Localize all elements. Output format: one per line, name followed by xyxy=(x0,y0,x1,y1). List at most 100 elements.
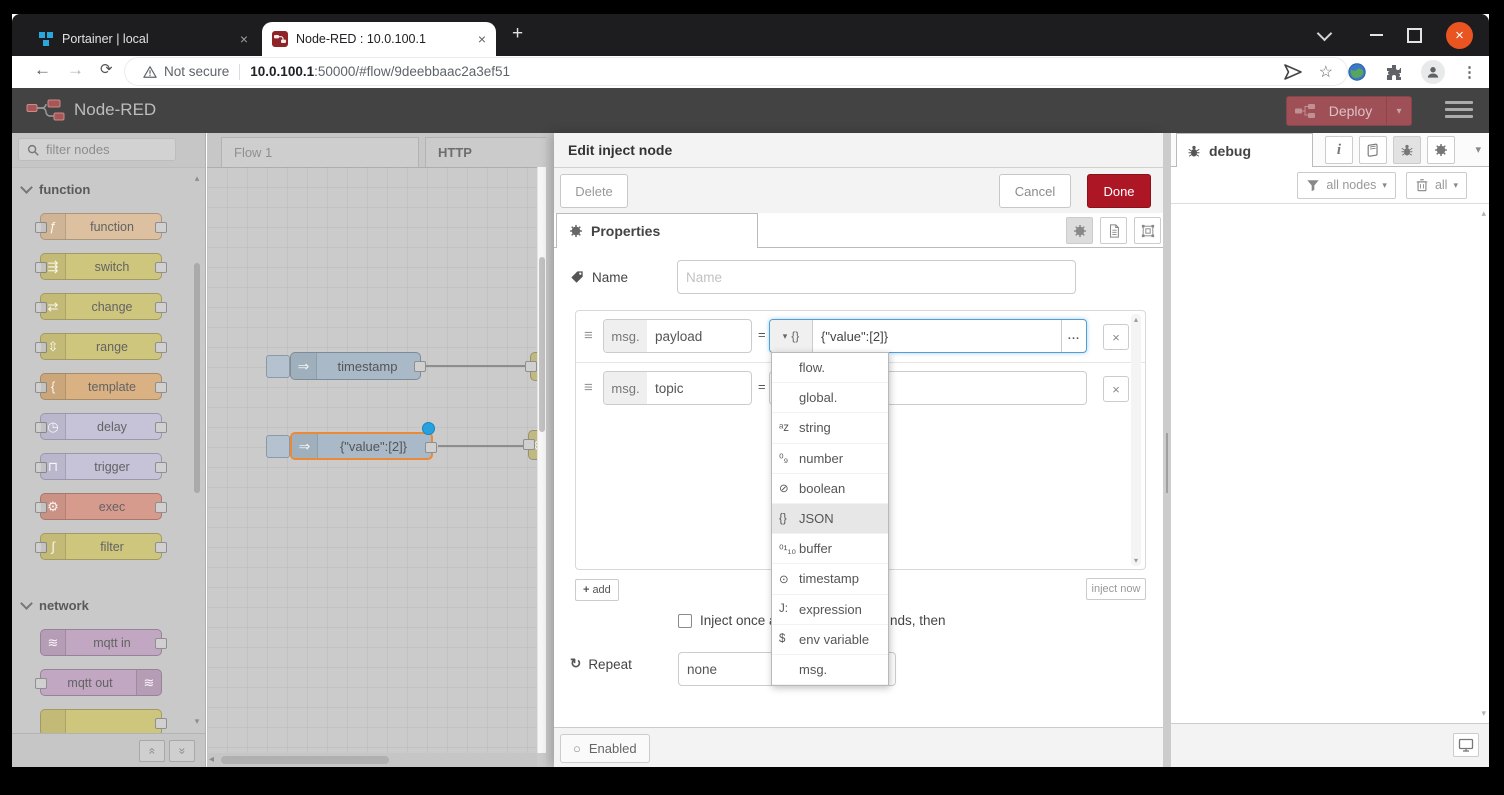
tab-search-chevron-icon[interactable] xyxy=(1317,25,1333,41)
palette-node[interactable]: ≋ mqtt in xyxy=(40,629,162,656)
type-option[interactable]: {} JSON xyxy=(772,504,888,534)
enabled-toggle-button[interactable]: ○ Enabled xyxy=(560,734,650,763)
canvas-horizontal-scrollbar[interactable]: ◂ xyxy=(207,753,537,767)
expand-all-button[interactable]: » xyxy=(169,740,195,762)
puzzle-extension-icon[interactable] xyxy=(1384,62,1404,82)
browser-menu-icon[interactable]: ⋮ xyxy=(1462,63,1477,81)
globe-extension-icon[interactable] xyxy=(1347,62,1367,82)
node-output-port[interactable] xyxy=(155,262,167,273)
scrollbar-thumb[interactable] xyxy=(539,257,545,432)
remove-row-button[interactable]: × xyxy=(1103,324,1129,350)
sidebar-menu-chevron-icon[interactable]: ▾ xyxy=(1475,143,1481,156)
maximize-button[interactable] xyxy=(1407,28,1422,43)
inject-node-timestamp[interactable]: ⇒ timestamp xyxy=(290,352,421,380)
node-output-port[interactable] xyxy=(155,382,167,393)
tab-nodered[interactable]: Node-RED : 10.0.100.1 × xyxy=(262,22,496,56)
node-output-port[interactable] xyxy=(155,462,167,473)
expand-editor-button[interactable]: ... xyxy=(1061,320,1086,352)
palette-node[interactable]: { template xyxy=(40,373,162,400)
node-output-port[interactable] xyxy=(425,442,437,453)
scroll-down-icon[interactable]: ▾ xyxy=(1131,556,1141,565)
open-debug-window-button[interactable] xyxy=(1453,733,1479,757)
type-option[interactable]: msg. xyxy=(772,655,888,685)
canvas-vertical-scrollbar[interactable] xyxy=(537,167,546,753)
palette-node[interactable]: ∫ filter xyxy=(40,533,162,560)
palette-node[interactable]: ⊓ trigger xyxy=(40,453,162,480)
remove-row-button[interactable]: × xyxy=(1103,376,1129,402)
tab-portainer[interactable]: Portainer | local × xyxy=(28,22,258,56)
http-request-node-partial[interactable] xyxy=(530,352,537,381)
palette-node[interactable]: ⇳ range xyxy=(40,333,162,360)
security-chip[interactable]: Not secure xyxy=(164,64,229,79)
node-output-port[interactable] xyxy=(155,302,167,313)
name-input[interactable] xyxy=(677,260,1076,294)
type-option[interactable]: ⁰¹₁₀ buffer xyxy=(772,534,888,564)
tab-flow1[interactable]: Flow 1 xyxy=(221,137,419,167)
palette-node[interactable]: ⇄ change xyxy=(40,293,162,320)
tab-close-icon[interactable]: × xyxy=(478,32,486,46)
type-select-button[interactable]: ▾ {} xyxy=(770,320,813,352)
node-output-port[interactable] xyxy=(155,638,167,649)
tab-properties[interactable]: Properties xyxy=(556,213,758,248)
list-scrollbar[interactable]: ▴ ▾ xyxy=(1131,314,1141,566)
type-option[interactable]: $ env variable xyxy=(772,625,888,655)
inject-now-button[interactable]: inject now xyxy=(1086,578,1146,600)
drag-handle-icon[interactable]: ≡ xyxy=(584,327,593,344)
send-icon[interactable] xyxy=(1283,62,1303,82)
reload-button[interactable]: ⟳ xyxy=(100,60,113,78)
bookmark-star-icon[interactable]: ☆ xyxy=(1319,62,1333,82)
node-output-port[interactable] xyxy=(155,542,167,553)
delete-button[interactable]: Delete xyxy=(560,174,628,208)
node-output-port[interactable] xyxy=(155,718,167,729)
workspace-grid[interactable]: ⇒ timestamp ⇒ {"value":[2]} ⊕ xyxy=(207,167,537,753)
filter-nodes-input[interactable]: filter nodes xyxy=(18,138,176,161)
drag-handle-icon[interactable]: ≡ xyxy=(584,379,593,396)
inject-button-square[interactable] xyxy=(266,355,290,378)
clear-messages-button[interactable]: all ▾ xyxy=(1406,172,1467,199)
help-tab-button[interactable] xyxy=(1359,136,1387,164)
type-option[interactable]: global. xyxy=(772,383,888,413)
type-option[interactable]: ⊙ timestamp xyxy=(772,564,888,594)
description-button[interactable] xyxy=(1100,217,1127,244)
node-input-port[interactable] xyxy=(523,439,535,450)
add-property-button[interactable]: + add xyxy=(575,579,619,601)
back-button[interactable]: ← xyxy=(34,60,51,80)
scroll-left-icon[interactable]: ◂ xyxy=(209,754,214,765)
deploy-options-chevron-icon[interactable]: ▾ xyxy=(1386,97,1411,125)
inject-button-square[interactable] xyxy=(266,435,290,458)
palette-node[interactable]: ≋ mqtt out xyxy=(40,669,162,696)
filter-nodes-button[interactable]: all nodes ▾ xyxy=(1297,172,1396,199)
palette-node[interactable] xyxy=(40,709,162,733)
debug-tab-button[interactable] xyxy=(1393,136,1421,164)
collapse-all-button[interactable]: « xyxy=(139,740,165,762)
profile-avatar[interactable] xyxy=(1421,60,1445,84)
type-option[interactable]: flow. xyxy=(772,353,888,383)
node-output-port[interactable] xyxy=(155,422,167,433)
debug-messages-panel[interactable]: ▴ ▾ xyxy=(1171,203,1489,723)
type-option[interactable]: ⁰₉ number xyxy=(772,444,888,474)
scrollbar-thumb[interactable] xyxy=(194,263,200,493)
palette-scrollbar[interactable]: ▴ ▾ xyxy=(191,173,203,727)
payload-property-input[interactable]: msg. payload xyxy=(603,319,752,353)
palette-node[interactable]: ⚙ exec xyxy=(40,493,162,520)
info-tab-button[interactable]: i xyxy=(1325,136,1353,164)
tray-resize-splitter[interactable] xyxy=(1163,133,1171,767)
http-request-node-partial[interactable]: ⊕ xyxy=(528,430,537,460)
inject-node-value-selected[interactable]: ⇒ {"value":[2]} xyxy=(290,432,433,460)
node-output-port[interactable] xyxy=(155,222,167,233)
address-bar[interactable]: Not secure 10.0.100.1 :50000/#flow/9deeb… xyxy=(125,58,1347,85)
node-output-port[interactable] xyxy=(414,361,426,372)
topic-property-input[interactable]: msg. topic xyxy=(603,371,752,405)
type-option[interactable]: ᵃz string xyxy=(772,413,888,443)
tab-close-icon[interactable]: × xyxy=(240,32,248,46)
appearance-button[interactable] xyxy=(1134,217,1161,244)
scrollbar-thumb[interactable] xyxy=(221,756,389,764)
inject-once-checkbox[interactable] xyxy=(678,614,692,628)
payload-typed-input[interactable]: ▾ {} {"value":[2]} ... xyxy=(769,319,1087,353)
cancel-button[interactable]: Cancel xyxy=(999,174,1071,208)
category-function[interactable]: function xyxy=(12,168,189,200)
main-menu-icon[interactable] xyxy=(1445,101,1473,118)
minimize-button[interactable] xyxy=(1370,34,1383,36)
palette-node[interactable]: ⇶ switch xyxy=(40,253,162,280)
palette-node[interactable]: ◷ delay xyxy=(40,413,162,440)
